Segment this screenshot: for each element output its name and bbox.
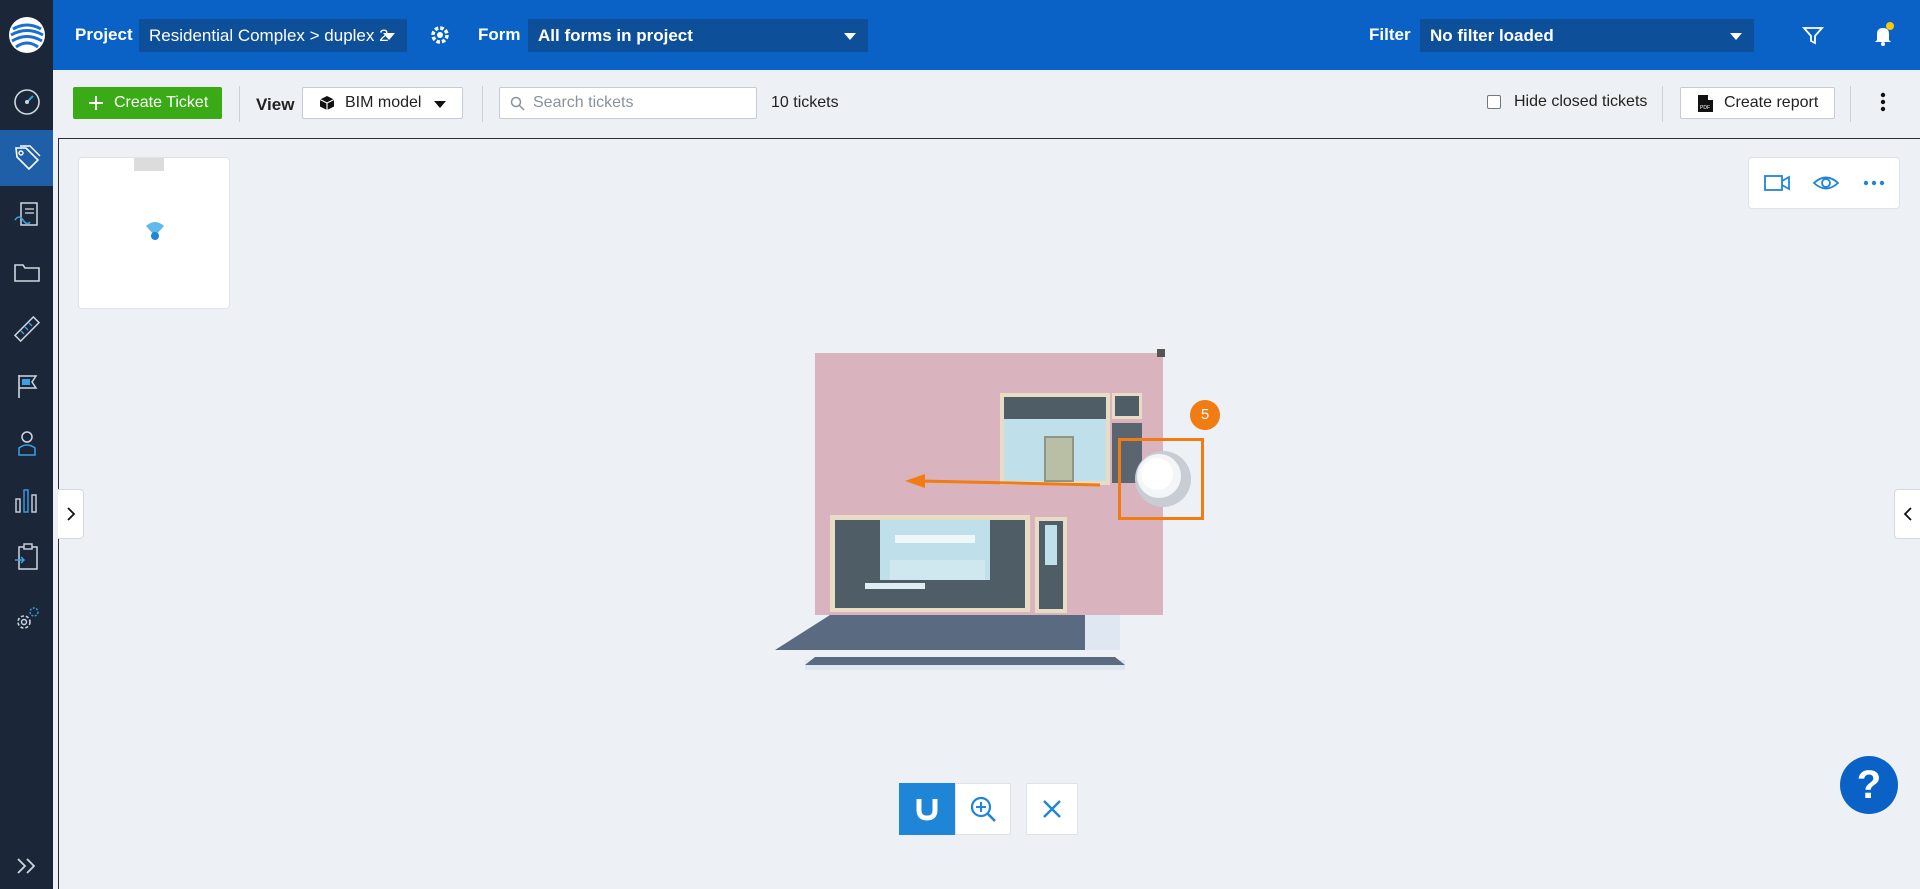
notifications-button[interactable]	[1870, 22, 1896, 48]
filter-label: Filter	[1369, 25, 1411, 44]
sidebar-item-dashboard[interactable]	[0, 74, 53, 130]
magnet-icon	[916, 799, 938, 821]
hide-closed-label[interactable]: Hide closed tickets	[1514, 93, 1647, 111]
sidebar-item-files[interactable]	[0, 244, 53, 300]
zoom-in-icon	[970, 796, 996, 822]
filter-select[interactable]: No filter loaded	[1420, 19, 1754, 52]
orbit-handle-icon	[1135, 451, 1191, 507]
user-icon	[17, 431, 36, 456]
left-sidebar	[0, 0, 53, 889]
search-input[interactable]	[499, 87, 757, 119]
help-button[interactable]: ?	[1840, 756, 1898, 814]
bell-icon	[1875, 22, 1894, 46]
chevron-down-icon	[844, 33, 856, 40]
filter-icon	[1802, 27, 1824, 45]
top-header: Project Residential Complex > duplex 2 F…	[53, 0, 1920, 70]
form-select-value: All forms in project	[538, 26, 693, 45]
sidebar-item-settings[interactable]	[0, 591, 53, 647]
svg-text:PDF: PDF	[1700, 105, 1710, 111]
project-settings-button[interactable]	[427, 22, 453, 48]
viewer-tools-panel	[1748, 157, 1900, 209]
left-panel-toggle[interactable]	[58, 489, 84, 539]
folder-icon	[13, 264, 40, 282]
clipboard-icon	[14, 543, 38, 570]
minimap-handle[interactable]	[134, 158, 164, 171]
view-select-value: BIM model	[345, 94, 422, 111]
sidebar-item-users[interactable]	[0, 415, 53, 471]
create-report-button[interactable]: PDF Create report	[1680, 87, 1835, 119]
ticket-toolbar: Create Ticket View BIM model 10 tickets …	[53, 70, 1920, 138]
create-report-label: Create report	[1724, 94, 1819, 111]
project-label: Project	[75, 25, 133, 44]
more-horizontal-icon[interactable]	[1861, 171, 1887, 195]
filter-select-value: No filter loaded	[1430, 26, 1554, 45]
chevron-down-icon	[434, 101, 446, 108]
sidebar-item-tickets[interactable]	[0, 130, 53, 186]
chevron-down-icon	[1730, 33, 1742, 40]
zoom-button[interactable]	[955, 783, 1011, 835]
pdf-file-icon: PDF	[1698, 95, 1713, 112]
plus-icon	[89, 96, 103, 110]
more-vertical-icon[interactable]	[1880, 92, 1886, 112]
project-select[interactable]: Residential Complex > duplex 2	[139, 19, 407, 52]
ruler-icon	[13, 315, 40, 343]
cube-icon	[319, 96, 335, 110]
project-select-value: Residential Complex > duplex 2	[149, 26, 389, 45]
flag-icon	[17, 375, 37, 398]
view-label: View	[256, 95, 295, 114]
double-chevron-right-icon	[16, 858, 35, 874]
orbit-control[interactable]	[1118, 438, 1204, 520]
logo-icon	[8, 17, 45, 53]
tickets-count: 10 tickets	[771, 94, 839, 111]
sidebar-item-milestones[interactable]	[0, 358, 53, 414]
create-ticket-button[interactable]: Create Ticket	[73, 87, 222, 119]
camera-location-icon	[146, 222, 164, 240]
right-panel-toggle[interactable]	[1894, 489, 1920, 539]
sidebar-item-reports[interactable]	[0, 472, 53, 528]
document-sign-icon	[13, 202, 38, 226]
dashboard-icon	[13, 89, 40, 115]
chevron-left-icon	[1903, 507, 1912, 521]
form-select[interactable]: All forms in project	[528, 19, 868, 52]
search-icon	[510, 96, 525, 111]
toolbar-divider	[482, 86, 483, 122]
settings-icon	[16, 607, 39, 629]
filter-button[interactable]	[1800, 22, 1826, 48]
app-logo[interactable]	[0, 0, 53, 70]
ticket-pin-badge[interactable]: 5	[1190, 400, 1220, 430]
sidebar-item-checklists[interactable]	[0, 529, 53, 585]
sidebar-expand-button[interactable]	[0, 843, 53, 889]
eye-icon[interactable]	[1812, 171, 1840, 195]
video-camera-icon[interactable]	[1763, 171, 1791, 195]
create-ticket-label: Create Ticket	[114, 94, 209, 111]
chevron-down-icon	[383, 33, 395, 40]
close-tools-button[interactable]	[1026, 783, 1078, 835]
view-select[interactable]: BIM model	[302, 87, 463, 119]
minimap[interactable]	[78, 157, 230, 309]
form-label: Form	[478, 25, 521, 44]
gear-icon	[431, 26, 449, 44]
sidebar-item-measure[interactable]	[0, 301, 53, 357]
snap-button[interactable]	[899, 783, 955, 835]
toolbar-divider	[239, 86, 240, 122]
bar-chart-icon	[14, 489, 37, 513]
chevron-right-icon	[66, 507, 75, 521]
sidebar-item-documents[interactable]	[0, 187, 53, 243]
toolbar-divider	[1850, 86, 1851, 122]
tag-icon	[14, 145, 40, 171]
hide-closed-checkbox[interactable]	[1487, 95, 1501, 109]
toolbar-divider	[1662, 86, 1663, 122]
close-icon	[1043, 800, 1061, 818]
